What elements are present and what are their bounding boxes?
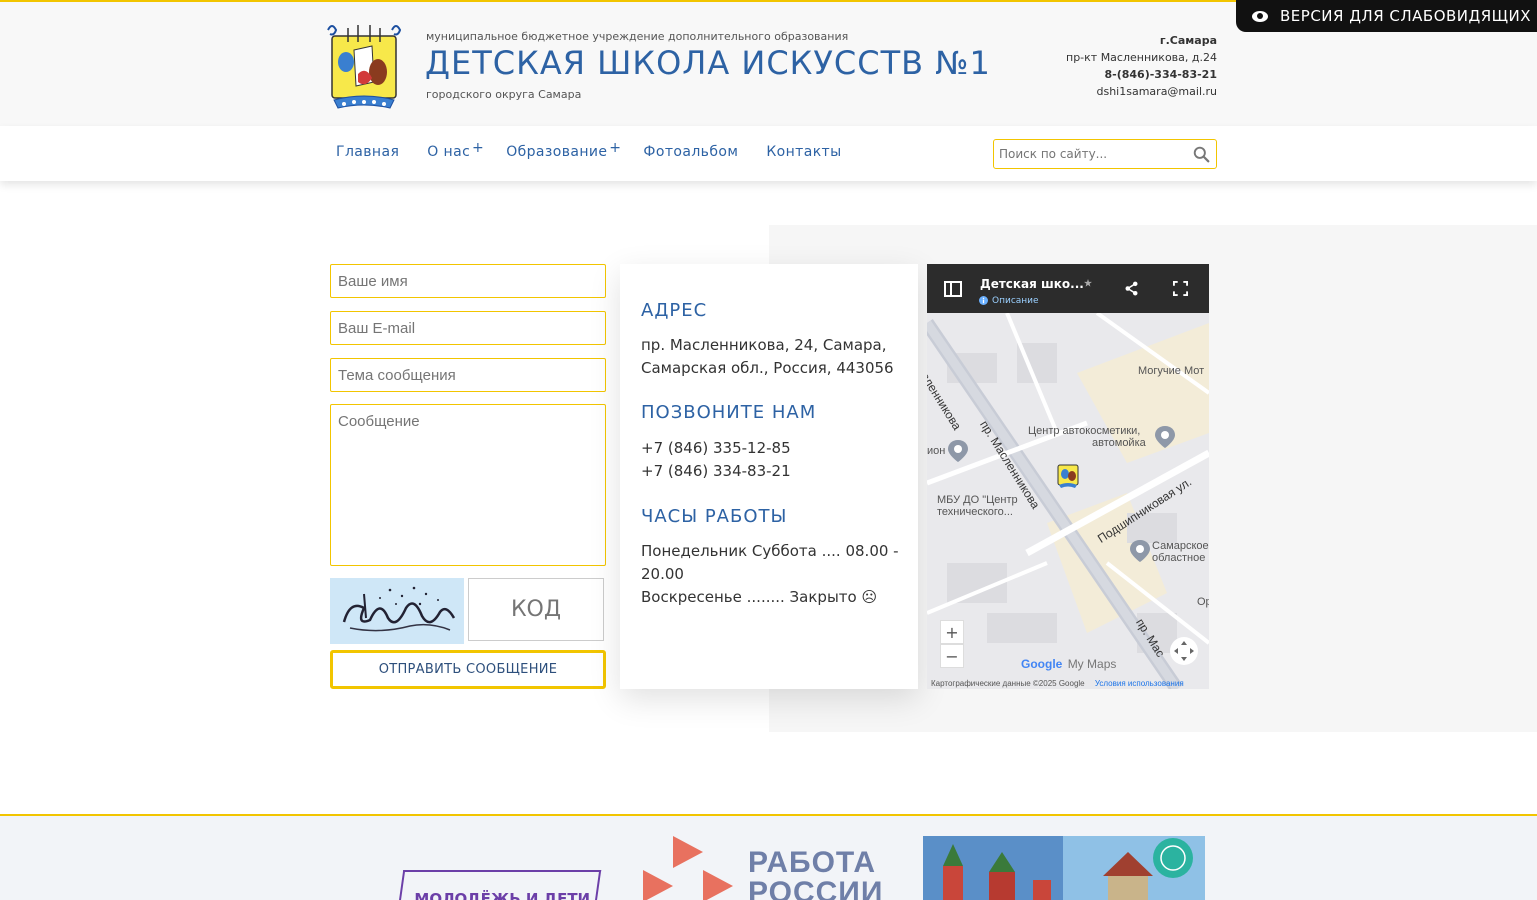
map-zoom-in-button[interactable]: + [940, 620, 964, 644]
google-logo: Google My Maps [1021, 657, 1116, 671]
hours-sunday: Воскресенье ........ Закрыто ☹ [641, 588, 878, 606]
plus-icon[interactable]: + [609, 140, 621, 156]
map-label-avto-2: автомойка [1092, 437, 1146, 449]
visually-impaired-label: ВЕРСИЯ ДЛЯ СЛАБОВИДЯЩИХ [1280, 7, 1532, 25]
youth-banner[interactable]: МОЛОДЁЖЬ И ДЕТИ [396, 870, 602, 900]
map-label-mbu-2: технического... [937, 506, 1013, 518]
map-header: Детская шко... Описание [927, 264, 1209, 313]
search-input[interactable] [994, 140, 1182, 168]
map-rotate-icon[interactable] [1169, 636, 1199, 666]
google-map-embed[interactable]: Детская шко... Описание Могучие Мот Цент… [927, 264, 1209, 689]
map-label-samara[interactable]: Самарское [1152, 540, 1209, 552]
school-location-marker-icon[interactable] [1055, 463, 1081, 489]
header-city: г.Самара [1159, 34, 1217, 47]
phone-2[interactable]: +7 (846) 334-83-21 [641, 460, 901, 483]
share-icon[interactable] [1124, 281, 1139, 296]
map-pin-icon[interactable] [1130, 540, 1150, 562]
nav-item-home[interactable]: Главная [336, 144, 399, 160]
name-input[interactable] [331, 265, 605, 297]
nav-item-photoalbum[interactable]: Фотоальбом [643, 144, 738, 160]
header-email[interactable]: dshi1samara@mail.ru [1066, 83, 1218, 100]
header-contacts: г.Самара пр-кт Масленникова, д.24 8-(846… [1066, 32, 1217, 100]
rabota-line-2: РОССИИ [748, 876, 884, 900]
working-hours-heading: ЧАСЫ РАБОТЫ [641, 506, 788, 527]
map-description-link[interactable]: Описание [992, 296, 1039, 306]
message-textarea[interactable] [331, 405, 605, 565]
eye-icon [1252, 10, 1268, 22]
map-sidebar-icon[interactable] [944, 281, 962, 297]
school-name-title[interactable]: ДЕТСКАЯ ШКОЛА ИСКУССТВ №1 [425, 44, 991, 82]
org-type-text: муниципальное бюджетное учреждение допол… [426, 30, 849, 43]
map-zoom-out-button[interactable]: − [940, 644, 964, 668]
nav-item-contacts[interactable]: Контакты [766, 144, 841, 160]
org-district-text: городского округа Самара [426, 88, 582, 101]
rabota-rossii-banner[interactable]: РАБОТА РОССИИ [748, 848, 883, 900]
plus-icon[interactable]: + [472, 140, 484, 156]
captcha-image [330, 578, 464, 644]
search-icon[interactable] [1193, 146, 1210, 163]
footer-banners: МОЛОДЁЖЬ И ДЕТИ РАБОТА РОССИИ [0, 816, 1537, 900]
city-banner-image[interactable] [923, 836, 1205, 900]
subject-input[interactable] [331, 359, 605, 391]
nav-menu: Главная О нас + Образование + Фотоальбом… [336, 140, 870, 160]
nav-item-about[interactable]: О нас + [427, 140, 484, 160]
header-address: пр-кт Масленникова, д.24 [1066, 51, 1217, 64]
captcha-code-wrapper [468, 578, 604, 641]
main-navigation: Главная О нас + Образование + Фотоальбом… [0, 126, 1537, 181]
star-icon[interactable] [1084, 279, 1092, 287]
map-label-moguchie[interactable]: Могучие Мот [1138, 365, 1204, 377]
map-label-or: Ор [1197, 596, 1209, 608]
google-wordmark: Google [1021, 657, 1063, 671]
school-logo[interactable] [324, 22, 404, 110]
message-field-wrapper [330, 404, 606, 566]
email-field-wrapper [330, 311, 606, 345]
map-label-ion[interactable]: ион [927, 445, 945, 457]
name-field-wrapper [330, 264, 606, 298]
info-icon [979, 296, 988, 305]
map-attribution-text: Картографические данные ©2025 Google [931, 679, 1085, 688]
phone-1[interactable]: +7 (846) 335-12-85 [641, 437, 901, 460]
rabota-line-1: РАБОТА [748, 846, 877, 879]
hours-weekdays: Понедельник Суббота .... 08.00 - 20.00 [641, 542, 899, 583]
map-label-samara-2: областное [1152, 552, 1206, 564]
rabota-rossii-logo-icon[interactable] [643, 836, 735, 900]
youth-banner-text: МОЛОДЁЖЬ И ДЕТИ [414, 890, 591, 900]
map-terms-link[interactable]: Условия использования [1095, 679, 1184, 688]
contact-info-card: АДРЕС пр. Масленникова, 24, Самара, Сама… [620, 264, 918, 689]
fullscreen-icon[interactable] [1173, 281, 1188, 296]
map-pin-icon[interactable] [948, 440, 968, 462]
header-phone[interactable]: 8-(846)-334-83-21 [1066, 66, 1217, 83]
email-input[interactable] [331, 312, 605, 344]
address-text: пр. Масленникова, 24, Самара, Самарская … [641, 336, 894, 377]
mymaps-wordmark: My Maps [1067, 657, 1117, 671]
call-us-heading: ПОЗВОНИТЕ НАМ [641, 402, 817, 423]
map-pin-icon[interactable] [1155, 426, 1175, 448]
map-label-mbu[interactable]: МБУ ДО "Центр [937, 494, 1018, 506]
nav-item-about-label: О нас [427, 144, 471, 160]
site-search [993, 139, 1217, 169]
map-attribution: Картографические данные ©2025 Google Усл… [931, 679, 1184, 688]
captcha-code-input[interactable] [469, 579, 603, 640]
map-title[interactable]: Детская шко... [980, 277, 1084, 291]
send-message-button[interactable]: ОТПРАВИТЬ СООБЩЕНИЕ [330, 650, 606, 689]
subject-field-wrapper [330, 358, 606, 392]
nav-item-education-label: Образование [506, 144, 608, 160]
map-label-avto[interactable]: Центр автокосметики, [1028, 425, 1140, 437]
nav-item-education[interactable]: Образование + [506, 140, 621, 160]
visually-impaired-version-button[interactable]: ВЕРСИЯ ДЛЯ СЛАБОВИДЯЩИХ [1236, 0, 1537, 32]
address-heading: АДРЕС [641, 300, 708, 321]
